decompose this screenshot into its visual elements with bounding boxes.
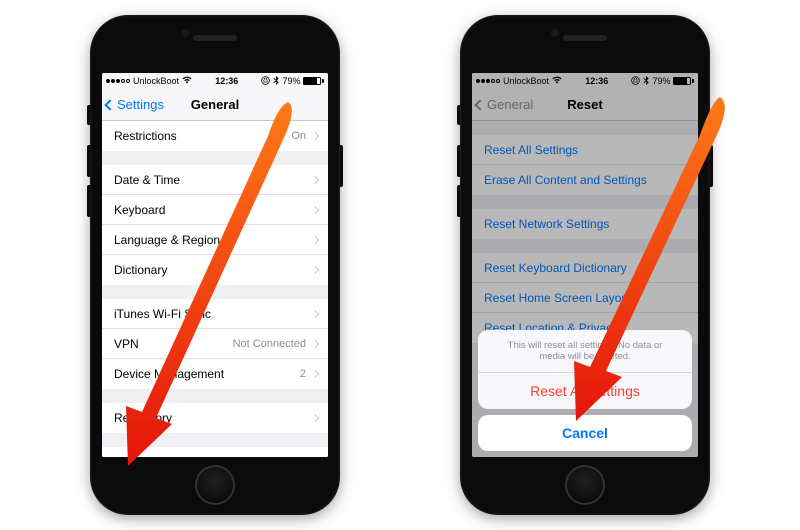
row-itunes-wifi-sync[interactable]: iTunes Wi-Fi Sync [102, 299, 328, 329]
signal-dots-icon [106, 79, 130, 83]
chevron-right-icon [311, 414, 319, 422]
action-sheet-cancel-button[interactable]: Cancel [478, 415, 692, 451]
chevron-right-icon [311, 235, 319, 243]
settings-list: Restrictions On Date & Time Keyboard Lan… [102, 121, 328, 457]
battery-icon [303, 77, 324, 85]
row-device-management[interactable]: Device Management2 [102, 359, 328, 389]
page-title: General [191, 97, 239, 112]
back-label: Settings [117, 97, 164, 112]
row-reset[interactable]: Reset [102, 447, 328, 457]
row-keyboard[interactable]: Keyboard [102, 195, 328, 225]
chevron-right-icon [311, 339, 319, 347]
row-date-time[interactable]: Date & Time [102, 165, 328, 195]
status-bar: UnlockBoot 12:36 79% [102, 73, 328, 89]
wifi-icon [182, 76, 192, 86]
bluetooth-icon [273, 76, 279, 87]
action-sheet-overlay[interactable]: This will reset all settings. No data or… [472, 73, 698, 457]
chevron-right-icon [311, 309, 319, 317]
screen-reset: UnlockBoot 12:36 79% General Reset [472, 73, 698, 457]
chevron-right-icon [311, 266, 319, 274]
home-button[interactable] [195, 465, 235, 505]
iphone-device-right: UnlockBoot 12:36 79% General Reset [460, 15, 710, 515]
chevron-right-icon [311, 205, 319, 213]
home-button[interactable] [565, 465, 605, 505]
chevron-right-icon [311, 132, 319, 140]
row-restrictions[interactable]: Restrictions On [102, 121, 328, 151]
action-sheet-message: This will reset all settings. No data or… [478, 330, 692, 373]
chevron-right-icon [311, 370, 319, 378]
battery-pct: 79% [282, 76, 300, 86]
action-sheet: This will reset all settings. No data or… [478, 330, 692, 409]
chevron-right-icon [311, 175, 319, 183]
carrier-label: UnlockBoot [133, 76, 179, 86]
action-sheet-reset-button[interactable]: Reset All Settings [478, 373, 692, 409]
row-language-region[interactable]: Language & Region [102, 225, 328, 255]
screen-general: UnlockBoot 12:36 79% [102, 73, 328, 457]
row-value: 2 [300, 368, 306, 380]
status-time: 12:36 [215, 76, 238, 86]
navbar: Settings General [102, 89, 328, 121]
chevron-left-icon [104, 99, 115, 110]
row-regulatory[interactable]: Regulatory [102, 403, 328, 433]
orientation-lock-icon [261, 76, 270, 87]
back-button[interactable]: Settings [106, 97, 164, 112]
row-value: On [291, 130, 306, 142]
row-vpn[interactable]: VPNNot Connected [102, 329, 328, 359]
row-dictionary[interactable]: Dictionary [102, 255, 328, 285]
iphone-device-left: UnlockBoot 12:36 79% [90, 15, 340, 515]
row-value: Not Connected [233, 338, 306, 350]
